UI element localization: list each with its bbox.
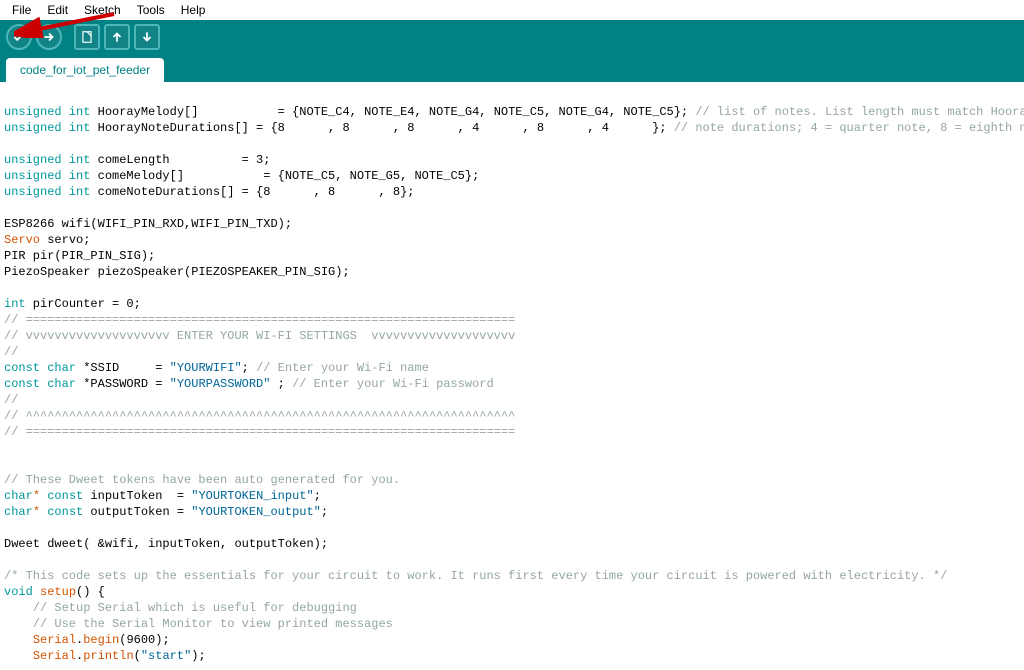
- code-token: unsigned int: [4, 153, 90, 167]
- code-indent: [4, 633, 33, 647]
- code-line: PIR pir(PIR_PIN_SIG);: [4, 249, 155, 263]
- code-comment: // ^^^^^^^^^^^^^^^^^^^^^^^^^^^^^^^^^^^^^…: [4, 409, 515, 423]
- code-obj: Serial: [33, 633, 76, 647]
- code-comment: //: [4, 393, 18, 407]
- code-line: PiezoSpeaker piezoSpeaker(PIEZOSPEAKER_P…: [4, 265, 350, 279]
- code-obj: Serial: [33, 649, 76, 663]
- save-button[interactable]: [134, 24, 160, 50]
- code-token: pirCounter = 0;: [26, 297, 141, 311]
- code-comment: // =====================================…: [4, 425, 515, 439]
- file-icon: [80, 30, 94, 44]
- code-token: *: [33, 505, 47, 519]
- code-token: );: [191, 649, 205, 663]
- code-comment: // =====================================…: [4, 313, 515, 327]
- code-token: *: [33, 489, 47, 503]
- code-token: unsigned int: [4, 169, 90, 183]
- code-token: comeMelody[] = {NOTE_C5, NOTE_G5, NOTE_C…: [90, 169, 479, 183]
- open-button[interactable]: [104, 24, 130, 50]
- menu-bar: File Edit Sketch Tools Help: [0, 0, 1024, 20]
- code-comment: // Setup Serial which is useful for debu…: [4, 601, 357, 615]
- menu-sketch[interactable]: Sketch: [76, 1, 129, 19]
- code-token: () {: [76, 585, 105, 599]
- code-token: (9600);: [119, 633, 169, 647]
- toolbar: [0, 20, 1024, 54]
- code-fn: setup: [33, 585, 76, 599]
- tab-sketch[interactable]: code_for_iot_pet_feeder: [6, 58, 164, 82]
- code-comment: // Enter your Wi-Fi name: [256, 361, 429, 375]
- code-line: ESP8266 wifi(WIFI_PIN_RXD,WIFI_PIN_TXD);: [4, 217, 292, 231]
- menu-edit[interactable]: Edit: [39, 1, 76, 19]
- code-method: println: [83, 649, 133, 663]
- menu-tools[interactable]: Tools: [129, 1, 173, 19]
- code-comment: // vvvvvvvvvvvvvvvvvvvv ENTER YOUR WI-FI…: [4, 329, 515, 343]
- code-token: const char: [4, 377, 76, 391]
- code-token: comeLength = 3;: [90, 153, 270, 167]
- code-comment: // Use the Serial Monitor to view printe…: [4, 617, 393, 631]
- upload-button[interactable]: [36, 24, 62, 50]
- arrow-right-icon: [42, 30, 56, 44]
- arrow-up-icon: [110, 30, 124, 44]
- code-token: HoorayNoteDurations[] = {8 , 8 , 8 , 4 ,…: [90, 121, 673, 135]
- code-string: "YOURWIFI": [170, 361, 242, 375]
- code-token: ;: [314, 489, 321, 503]
- code-method: begin: [83, 633, 119, 647]
- check-icon: [12, 30, 26, 44]
- arrow-down-icon: [140, 30, 154, 44]
- code-comment: // note durations; 4 = quarter note, 8 =…: [674, 121, 1024, 135]
- code-string: "YOURPASSWORD": [170, 377, 271, 391]
- code-token: (: [134, 649, 141, 663]
- code-token: ;: [321, 505, 328, 519]
- code-token: =: [119, 361, 169, 375]
- code-token: unsigned int: [4, 121, 90, 135]
- code-token: ;: [270, 377, 292, 391]
- code-token: outputToken =: [83, 505, 191, 519]
- code-id: SSID: [90, 361, 119, 375]
- code-token: =: [148, 377, 170, 391]
- code-comment: // list of notes. List length must match…: [695, 105, 1024, 119]
- code-token: Servo: [4, 233, 40, 247]
- code-comment: // These Dweet tokens have been auto gen…: [4, 473, 400, 487]
- code-token: *: [76, 361, 90, 375]
- code-token: const char: [4, 361, 76, 375]
- code-comment: /* This code sets up the essentials for …: [4, 569, 947, 583]
- code-token: const: [47, 489, 83, 503]
- tab-bar: code_for_iot_pet_feeder: [0, 54, 1024, 82]
- code-indent: [4, 649, 33, 663]
- menu-file[interactable]: File: [4, 1, 39, 19]
- code-line: Dweet dweet( &wifi, inputToken, outputTo…: [4, 537, 328, 551]
- code-id: PASSWORD: [90, 377, 148, 391]
- code-token: unsigned int: [4, 185, 90, 199]
- code-comment: // Enter your Wi-Fi password: [292, 377, 494, 391]
- code-token: ;: [242, 361, 256, 375]
- code-token: char: [4, 489, 33, 503]
- code-comment: //: [4, 345, 18, 359]
- code-editor[interactable]: unsigned int HoorayMelody[] = {NOTE_C4, …: [0, 82, 1024, 670]
- new-button[interactable]: [74, 24, 100, 50]
- code-token: comeNoteDurations[] = {8 , 8 , 8};: [90, 185, 414, 199]
- code-token: unsigned int: [4, 105, 90, 119]
- code-token: int: [4, 297, 26, 311]
- verify-button[interactable]: [6, 24, 32, 50]
- code-string: "YOURTOKEN_output": [191, 505, 321, 519]
- code-token: char: [4, 505, 33, 519]
- code-string: "start": [141, 649, 191, 663]
- code-token: const: [47, 505, 83, 519]
- code-string: "YOURTOKEN_input": [191, 489, 313, 503]
- menu-help[interactable]: Help: [173, 1, 214, 19]
- code-token: servo;: [40, 233, 90, 247]
- code-keyword: void: [4, 585, 33, 599]
- code-token: HoorayMelody[] = {NOTE_C4, NOTE_E4, NOTE…: [90, 105, 695, 119]
- code-token: *: [76, 377, 90, 391]
- code-token: inputToken =: [83, 489, 191, 503]
